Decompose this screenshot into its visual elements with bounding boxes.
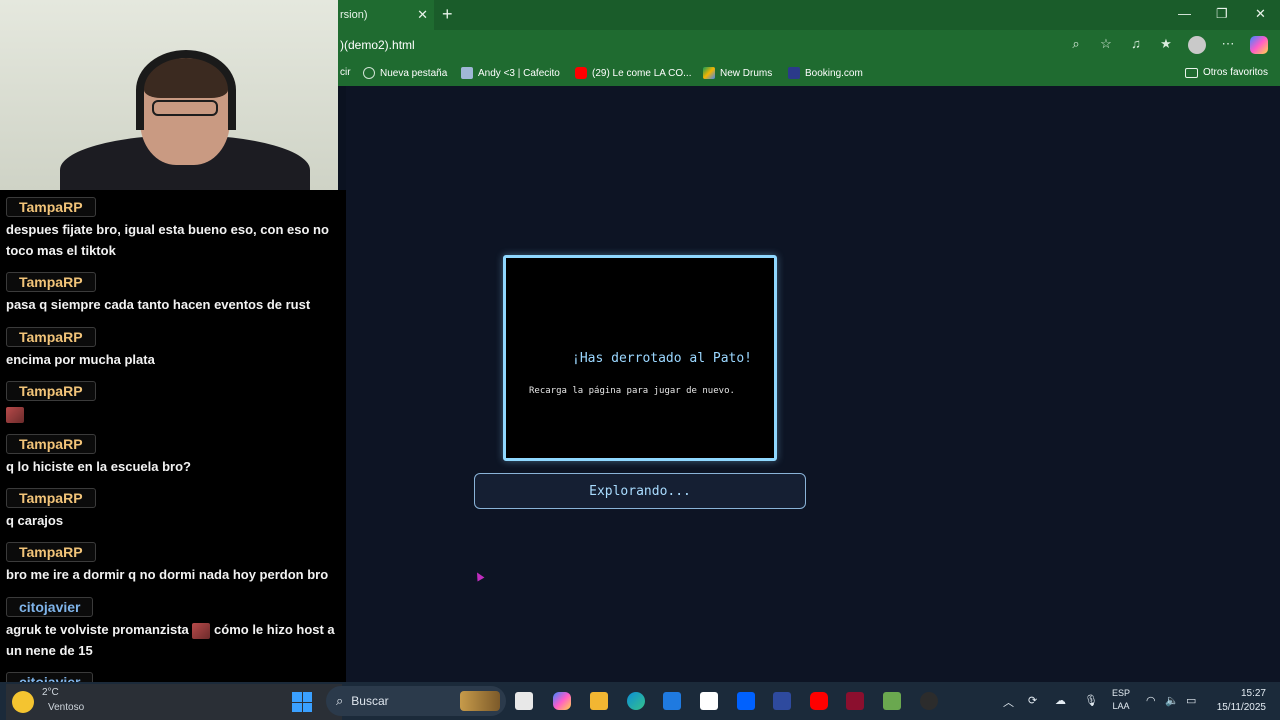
emote-icon (6, 406, 24, 423)
chat-username: TampaRP (6, 381, 96, 401)
chat-message: TampaRP encima por mucha plata (6, 327, 342, 370)
other-favorites[interactable]: Otros favoritos (1184, 67, 1268, 78)
task-view-icon[interactable] (515, 692, 533, 710)
url-field[interactable]: )(demo2).html (340, 38, 415, 52)
copilot-icon[interactable] (1250, 36, 1268, 54)
system-clock[interactable]: 15:27 15/11/2025 (1212, 687, 1266, 715)
folder-icon (1184, 67, 1198, 78)
edge-icon[interactable] (627, 692, 645, 710)
chat-username: TampaRP (6, 434, 96, 454)
language-indicator[interactable]: ESP LAA (1112, 687, 1130, 713)
obs-icon[interactable] (920, 692, 938, 710)
bookmark-nueva-pestana[interactable]: Nueva pestaña (363, 67, 447, 79)
chat-message: TampaRP bro me ire a dormir q no dormi n… (6, 542, 342, 585)
wifi-icon[interactable]: ◠ (1146, 694, 1156, 707)
more-options-icon[interactable]: ⋯ (1220, 36, 1236, 54)
copilot-app-icon[interactable] (553, 692, 571, 710)
file-explorer-icon[interactable] (590, 692, 608, 710)
webcam-overlay (0, 0, 338, 190)
chat-username: TampaRP (6, 488, 96, 508)
chat-text: q lo hiciste en la escuela bro? (6, 459, 191, 474)
dropbox-icon[interactable] (737, 692, 755, 710)
favorite-star-icon[interactable]: ☆ (1098, 36, 1114, 54)
youtube-app-icon[interactable] (810, 692, 828, 710)
favorites-icon[interactable]: ★ (1158, 36, 1174, 54)
network-cloud-icon[interactable]: ☁ (1055, 694, 1066, 707)
bookmark-booking[interactable]: Booking.com (788, 67, 863, 79)
chat-message: citojavier agruk te volviste promanzista… (6, 597, 342, 661)
bookmark-new-drums[interactable]: New Drums (703, 67, 772, 79)
close-tab-icon[interactable]: ✕ (417, 7, 428, 23)
zoom-icon[interactable]: ⌕ (1068, 36, 1084, 54)
microphone-icon[interactable]: 🎙 (1084, 694, 1098, 707)
start-button[interactable] (292, 692, 312, 712)
windows-taskbar: 2°C Ventoso ⌕ Buscar ︿ ⟳ ☁ 🎙 ESP LAA ◠ 🔈… (0, 682, 1280, 720)
valorant-icon[interactable] (846, 692, 864, 710)
chat-text: pasa q siempre cada tanto hacen eventos … (6, 297, 311, 312)
search-highlight-image (460, 691, 500, 711)
taskbar-search[interactable]: ⌕ Buscar (326, 686, 506, 716)
restore-icon[interactable]: ❐ (1216, 6, 1228, 22)
stream-chat: TampaRP despues fijate bro, igual esta b… (0, 190, 346, 690)
chat-username: TampaRP (6, 542, 96, 562)
chat-message: TampaRP (6, 381, 342, 424)
tab-title: rsion) (340, 9, 368, 21)
chat-username: TampaRP (6, 272, 96, 292)
chat-username: TampaRP (6, 197, 96, 217)
booking-icon (788, 67, 800, 79)
minecraft-icon[interactable] (883, 692, 901, 710)
chat-text: agruk te volviste promanzista cómo le hi… (6, 622, 335, 658)
chat-message: TampaRP despues fijate bro, igual esta b… (6, 197, 342, 261)
bookmark-cafecito[interactable]: Andy <3 | Cafecito (461, 67, 560, 79)
drive-icon (703, 67, 715, 79)
chat-message: TampaRP q lo hiciste en la escuela bro? (6, 434, 342, 477)
extensions-icon[interactable]: ♫ (1128, 36, 1144, 54)
battery-icon[interactable]: ▭ (1186, 694, 1196, 707)
emote-icon (192, 622, 211, 639)
chevron-up-icon[interactable]: ︿ (1003, 694, 1014, 710)
minimize-icon[interactable]: — (1178, 6, 1191, 21)
chat-text: encima por mucha plata (6, 352, 155, 367)
chat-username: citojavier (6, 597, 94, 617)
victory-title: ¡Has derrotado al Pato! (572, 351, 753, 366)
chat-text: despues fijate bro, igual esta bueno eso… (6, 222, 329, 258)
victory-dialog: ¡Has derrotado al Pato! Recarga la págin… (503, 255, 777, 461)
bookmark-youtube[interactable]: (29) Le come LA CO... (575, 67, 692, 79)
globe-icon (363, 67, 375, 79)
b-app-icon[interactable] (773, 692, 791, 710)
chat-message: TampaRP pasa q siempre cada tanto hacen … (6, 272, 342, 315)
profile-avatar[interactable] (1188, 36, 1206, 54)
bookmark-item[interactable]: cir (340, 67, 351, 78)
volume-icon[interactable]: 🔈 (1165, 694, 1179, 707)
victory-subtitle: Recarga la página para jugar de nuevo. (529, 386, 735, 396)
chat-username: TampaRP (6, 327, 96, 347)
sync-icon[interactable]: ⟳ (1028, 694, 1037, 707)
new-tab-icon[interactable]: + (442, 4, 453, 25)
headset-icon (136, 50, 236, 130)
search-icon: ⌕ (336, 693, 344, 708)
exploring-button[interactable]: Explorando... (474, 473, 806, 509)
close-window-icon[interactable]: ✕ (1255, 6, 1266, 22)
chat-message: TampaRP q carajos (6, 488, 342, 531)
youtube-icon (575, 67, 587, 79)
chat-text: bro me ire a dormir q no dormi nada hoy … (6, 567, 329, 582)
game-canvas (346, 86, 1280, 682)
store-icon[interactable] (663, 692, 681, 710)
address-bar-actions: ⌕ ☆ ♫ ★ ⋯ (1068, 36, 1268, 54)
page-icon (461, 67, 473, 79)
amazon-icon[interactable] (700, 692, 718, 710)
chat-text: q carajos (6, 513, 64, 528)
weather-icon (12, 691, 34, 713)
chat-text (6, 403, 342, 424)
